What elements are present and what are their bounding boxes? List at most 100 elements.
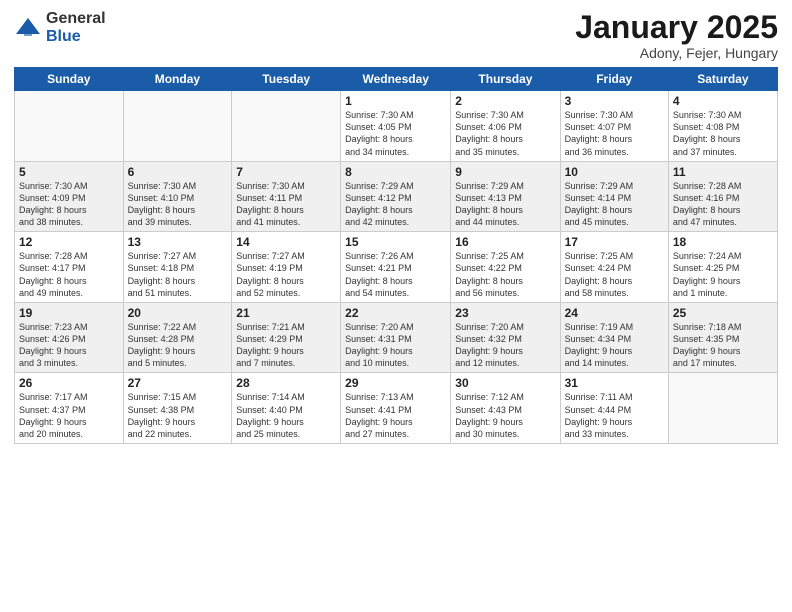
day-number: 3 [565,94,664,108]
day-number: 7 [236,165,336,179]
table-row: 28Sunrise: 7:14 AMSunset: 4:40 PMDayligh… [232,373,341,444]
logo: General Blue [14,10,106,45]
table-row: 6Sunrise: 7:30 AMSunset: 4:10 PMDaylight… [123,161,232,232]
page: General Blue January 2025 Adony, Fejer, … [0,0,792,612]
day-info: Sunrise: 7:27 AMSunset: 4:19 PMDaylight:… [236,250,336,299]
table-row: 16Sunrise: 7:25 AMSunset: 4:22 PMDayligh… [451,232,560,303]
day-info: Sunrise: 7:21 AMSunset: 4:29 PMDaylight:… [236,321,336,370]
day-number: 13 [128,235,228,249]
table-row: 14Sunrise: 7:27 AMSunset: 4:19 PMDayligh… [232,232,341,303]
day-number: 18 [673,235,773,249]
day-info: Sunrise: 7:24 AMSunset: 4:25 PMDaylight:… [673,250,773,299]
day-number: 21 [236,306,336,320]
day-number: 2 [455,94,555,108]
logo-icon [14,14,42,42]
col-friday: Friday [560,68,668,91]
day-number: 20 [128,306,228,320]
day-number: 4 [673,94,773,108]
calendar-week-row: 5Sunrise: 7:30 AMSunset: 4:09 PMDaylight… [15,161,778,232]
day-number: 31 [565,376,664,390]
day-number: 25 [673,306,773,320]
day-number: 28 [236,376,336,390]
table-row: 2Sunrise: 7:30 AMSunset: 4:06 PMDaylight… [451,91,560,162]
table-row: 30Sunrise: 7:12 AMSunset: 4:43 PMDayligh… [451,373,560,444]
day-number: 6 [128,165,228,179]
day-number: 8 [345,165,446,179]
table-row: 10Sunrise: 7:29 AMSunset: 4:14 PMDayligh… [560,161,668,232]
day-info: Sunrise: 7:25 AMSunset: 4:22 PMDaylight:… [455,250,555,299]
day-number: 26 [19,376,119,390]
day-info: Sunrise: 7:20 AMSunset: 4:31 PMDaylight:… [345,321,446,370]
day-number: 9 [455,165,555,179]
day-number: 24 [565,306,664,320]
table-row [668,373,777,444]
table-row: 7Sunrise: 7:30 AMSunset: 4:11 PMDaylight… [232,161,341,232]
table-row: 31Sunrise: 7:11 AMSunset: 4:44 PMDayligh… [560,373,668,444]
logo-blue-text: Blue [46,28,106,46]
day-info: Sunrise: 7:11 AMSunset: 4:44 PMDaylight:… [565,391,664,440]
day-info: Sunrise: 7:30 AMSunset: 4:08 PMDaylight:… [673,109,773,158]
calendar-title: January 2025 [575,10,778,45]
calendar-week-row: 26Sunrise: 7:17 AMSunset: 4:37 PMDayligh… [15,373,778,444]
day-info: Sunrise: 7:13 AMSunset: 4:41 PMDaylight:… [345,391,446,440]
table-row: 29Sunrise: 7:13 AMSunset: 4:41 PMDayligh… [341,373,451,444]
day-number: 16 [455,235,555,249]
calendar-subtitle: Adony, Fejer, Hungary [575,45,778,61]
col-wednesday: Wednesday [341,68,451,91]
col-sunday: Sunday [15,68,124,91]
col-tuesday: Tuesday [232,68,341,91]
day-info: Sunrise: 7:17 AMSunset: 4:37 PMDaylight:… [19,391,119,440]
day-info: Sunrise: 7:30 AMSunset: 4:11 PMDaylight:… [236,180,336,229]
table-row: 4Sunrise: 7:30 AMSunset: 4:08 PMDaylight… [668,91,777,162]
day-info: Sunrise: 7:28 AMSunset: 4:16 PMDaylight:… [673,180,773,229]
day-number: 23 [455,306,555,320]
table-row: 18Sunrise: 7:24 AMSunset: 4:25 PMDayligh… [668,232,777,303]
day-info: Sunrise: 7:15 AMSunset: 4:38 PMDaylight:… [128,391,228,440]
day-info: Sunrise: 7:29 AMSunset: 4:14 PMDaylight:… [565,180,664,229]
day-info: Sunrise: 7:29 AMSunset: 4:12 PMDaylight:… [345,180,446,229]
day-number: 30 [455,376,555,390]
day-number: 12 [19,235,119,249]
day-info: Sunrise: 7:25 AMSunset: 4:24 PMDaylight:… [565,250,664,299]
day-number: 10 [565,165,664,179]
col-saturday: Saturday [668,68,777,91]
table-row: 12Sunrise: 7:28 AMSunset: 4:17 PMDayligh… [15,232,124,303]
header: General Blue January 2025 Adony, Fejer, … [14,10,778,61]
table-row: 5Sunrise: 7:30 AMSunset: 4:09 PMDaylight… [15,161,124,232]
table-row: 21Sunrise: 7:21 AMSunset: 4:29 PMDayligh… [232,302,341,373]
table-row [15,91,124,162]
day-number: 27 [128,376,228,390]
table-row: 27Sunrise: 7:15 AMSunset: 4:38 PMDayligh… [123,373,232,444]
day-info: Sunrise: 7:12 AMSunset: 4:43 PMDaylight:… [455,391,555,440]
day-number: 29 [345,376,446,390]
table-row: 22Sunrise: 7:20 AMSunset: 4:31 PMDayligh… [341,302,451,373]
logo-text: General Blue [46,10,106,45]
table-row: 11Sunrise: 7:28 AMSunset: 4:16 PMDayligh… [668,161,777,232]
table-row: 15Sunrise: 7:26 AMSunset: 4:21 PMDayligh… [341,232,451,303]
day-number: 5 [19,165,119,179]
day-info: Sunrise: 7:20 AMSunset: 4:32 PMDaylight:… [455,321,555,370]
calendar-week-row: 19Sunrise: 7:23 AMSunset: 4:26 PMDayligh… [15,302,778,373]
table-row: 20Sunrise: 7:22 AMSunset: 4:28 PMDayligh… [123,302,232,373]
title-section: January 2025 Adony, Fejer, Hungary [575,10,778,61]
day-info: Sunrise: 7:14 AMSunset: 4:40 PMDaylight:… [236,391,336,440]
table-row: 26Sunrise: 7:17 AMSunset: 4:37 PMDayligh… [15,373,124,444]
logo-general-text: General [46,10,106,28]
table-row [123,91,232,162]
calendar-week-row: 1Sunrise: 7:30 AMSunset: 4:05 PMDaylight… [15,91,778,162]
table-row: 1Sunrise: 7:30 AMSunset: 4:05 PMDaylight… [341,91,451,162]
calendar-table: Sunday Monday Tuesday Wednesday Thursday… [14,67,778,444]
day-info: Sunrise: 7:18 AMSunset: 4:35 PMDaylight:… [673,321,773,370]
day-number: 1 [345,94,446,108]
day-number: 17 [565,235,664,249]
day-info: Sunrise: 7:30 AMSunset: 4:05 PMDaylight:… [345,109,446,158]
day-number: 11 [673,165,773,179]
day-number: 22 [345,306,446,320]
table-row [232,91,341,162]
header-row: Sunday Monday Tuesday Wednesday Thursday… [15,68,778,91]
day-number: 14 [236,235,336,249]
table-row: 19Sunrise: 7:23 AMSunset: 4:26 PMDayligh… [15,302,124,373]
table-row: 13Sunrise: 7:27 AMSunset: 4:18 PMDayligh… [123,232,232,303]
col-monday: Monday [123,68,232,91]
table-row: 17Sunrise: 7:25 AMSunset: 4:24 PMDayligh… [560,232,668,303]
